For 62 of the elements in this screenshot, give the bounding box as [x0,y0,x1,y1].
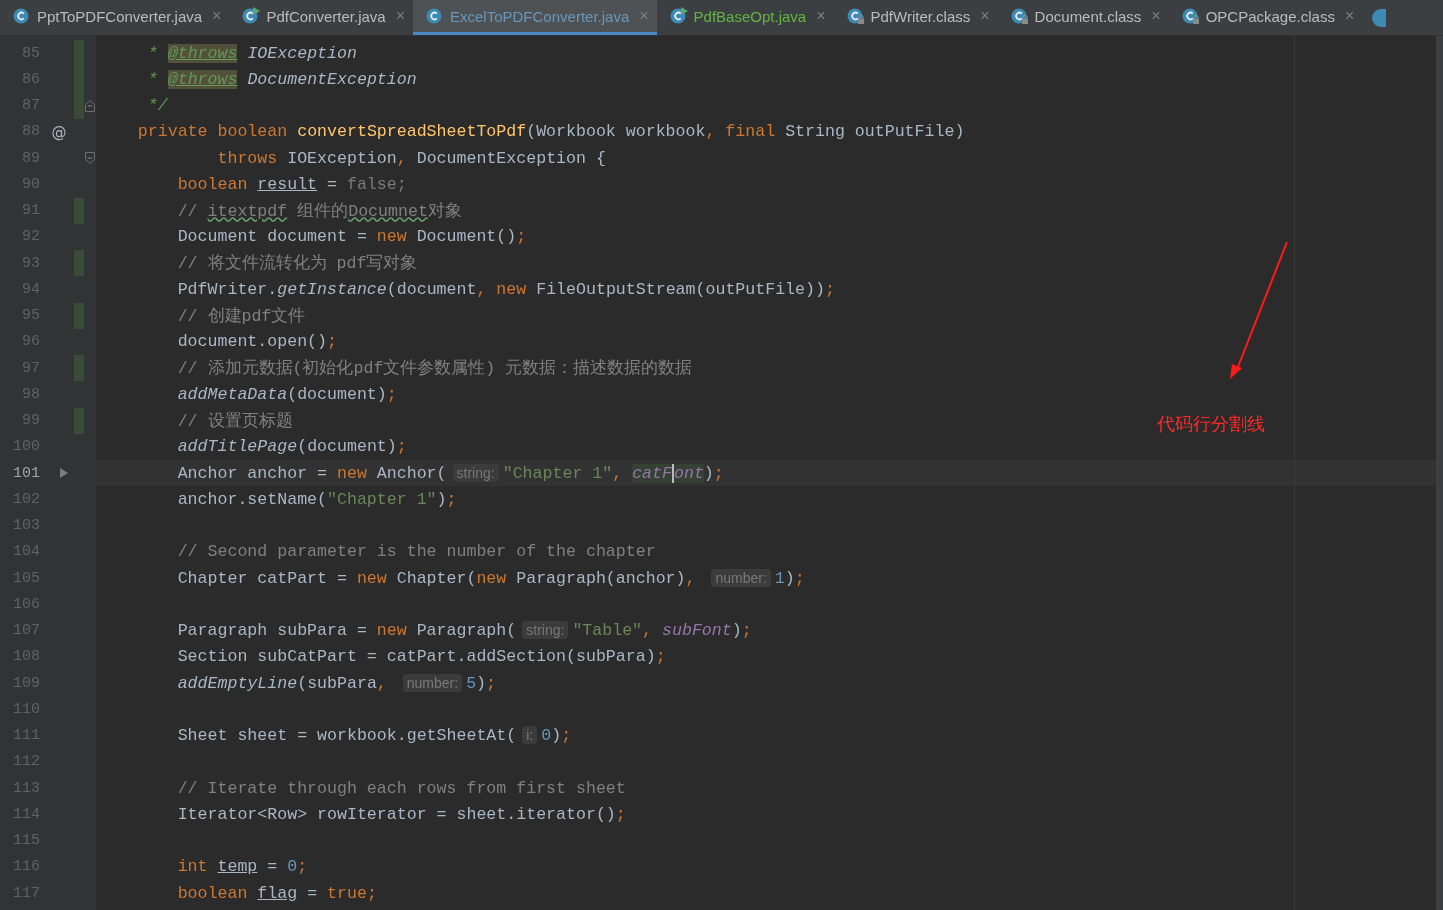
close-tab-button[interactable]: × [212,7,222,25]
code-line: // Second parameter is the number of the chapter [176,542,656,562]
file-tab[interactable]: ExcelToPDFConverter.java × [413,0,657,35]
code-line: addTitlePage(document); [176,437,407,457]
code-line: PdfWriter.getInstance(document, new FileOutputStream(outPutFile)); [176,279,835,299]
file-tab[interactable]: Document.class × [997,0,1169,35]
code-line: anchor.setName("Chapter 1"); [176,489,457,509]
code-line: throws IOException, DocumentException { [216,148,606,168]
file-tab[interactable]: PdfConverter.java × [229,0,413,35]
code-line: Paragraph subPara = new Paragraph( string: "Table", subFont); [176,621,752,641]
fold-end-icon[interactable] [84,98,96,113]
change-marker[interactable] [74,250,84,277]
code-line: document.open(); [176,332,337,352]
triangle-icon[interactable] [59,467,69,480]
line-number: 101 [12,464,40,482]
change-marker[interactable] [74,355,84,382]
fold-start-icon[interactable] [84,151,96,166]
code-line: Section subCatPart = catPart.addSection(subPara); [176,647,666,667]
file-tab[interactable]: PdfBaseOpt.java × [656,0,834,35]
class-icon [426,7,444,25]
file-tab[interactable]: OPCPackage.class × [1168,0,1363,35]
code-line: Chapter catPart = new Chapter(new Paragraph(anchor), number: 1); [176,568,805,588]
code-line: private boolean convertSpreadSheetToPdf(Workbook workbook, final String outPutFile) [136,122,965,142]
change-marker[interactable] [74,407,84,434]
code-line: Anchor anchor = new Anchor( string: "Chapter 1", catFont); [176,463,724,483]
code-line: */ [146,96,168,116]
close-tab-button[interactable]: × [395,7,405,25]
locked-class-icon [1181,7,1200,25]
code-line: // 将文件流转化为 pdf写对象 [176,252,418,275]
code-line: Iterator<Row> rowIterator = sheet.iterator(); [176,804,626,824]
code-line: boolean flag = true; [176,883,377,903]
annotation-label: 代码行分割线 [1157,412,1265,436]
code-line: * @throws IOException [146,43,357,63]
code-line: * @throws DocumentException [146,69,417,89]
code-line: addMetaData(document); [176,384,397,404]
locked-class-icon [1010,7,1029,25]
code-line: // 创建pdf文件 [176,305,306,327]
override-marker[interactable]: @ [51,122,67,141]
code-line: addEmptyLine(subPara, number: 5); [176,673,497,693]
change-marker[interactable] [74,40,84,67]
change-marker[interactable] [74,197,84,224]
close-tab-button[interactable]: × [816,7,826,25]
change-marker[interactable] [74,302,84,329]
code-line: // 添加元数据(初始化pdf文件参数属性) 元数据：描述数据的数据 [176,358,693,380]
change-marker[interactable] [74,92,84,119]
code-line: int temp = 0; [176,857,308,877]
runnable-class-icon [669,7,688,25]
class-icon [1372,8,1387,27]
file-tab[interactable]: PdfWriter.class × [833,0,998,35]
close-tab-button[interactable]: × [980,7,990,25]
close-tab-button[interactable]: × [1151,7,1161,25]
class-icon [13,7,31,25]
code-line: Document document = new Document(); [176,227,527,247]
runnable-class-icon [242,7,261,25]
code-line: // itextpdf 组件的Documnet对象 [176,200,462,222]
close-tab-button[interactable]: × [639,7,649,25]
locked-class-icon [846,7,865,25]
file-tab[interactable]: PptToPDFConverter.java × [0,0,230,35]
code-line: // Iterate through each rows from first sheet [176,778,626,798]
close-tab-button[interactable]: × [1344,7,1355,25]
code-line: // 设置页标题 [176,410,293,432]
code-line: boolean result = false; [176,174,407,194]
